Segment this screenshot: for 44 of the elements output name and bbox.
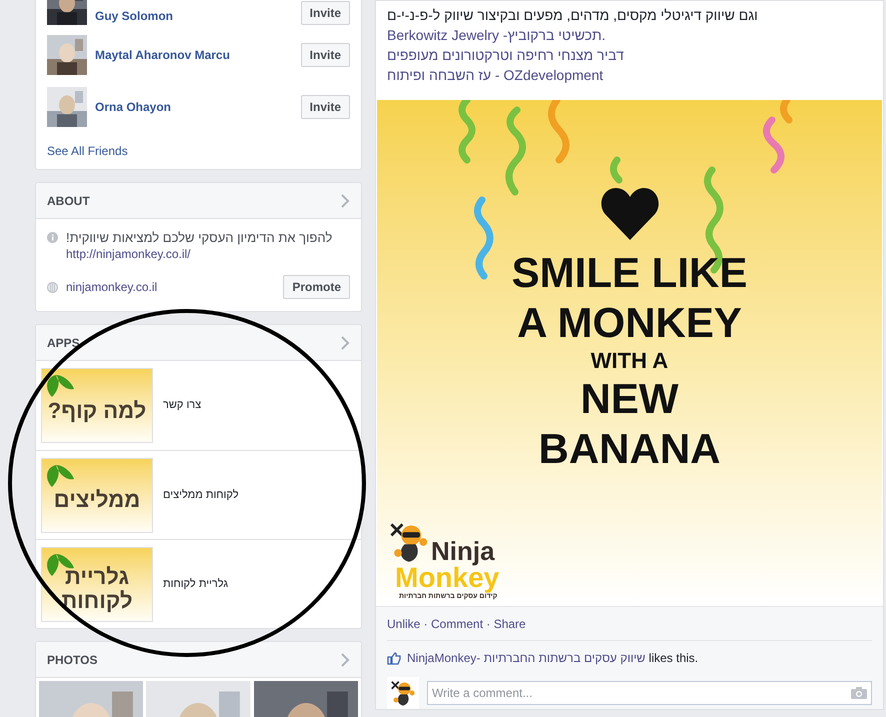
post-text-line[interactable]: דביר מצנחי רחיפה וטרקטורונים מעופפים: [387, 45, 624, 65]
section-title: APPS: [47, 334, 80, 352]
section-title: PHOTOS: [47, 652, 98, 668]
app-thumbnail[interactable]: ממליצים: [41, 458, 153, 532]
promote-button[interactable]: Promote: [283, 275, 350, 299]
website-url-link[interactable]: http://ninjamonkey.co.il/: [66, 246, 332, 263]
post-action-links[interactable]: Unlike · Comment · Share: [387, 614, 526, 632]
app-name[interactable]: לקוחות ממליצים: [163, 486, 239, 504]
post-text-line[interactable]: Berkowitz Jewelry -תכשיטי ברקוביץ.: [387, 25, 606, 45]
post-text-line: וגם שיווק דיגיטלי מקסים, מדהים, מפעים ובקיצור שיווק ל-פ-נ-י-ם: [387, 6, 758, 25]
chevron-icon[interactable]: [341, 336, 350, 350]
invite-button[interactable]: Invite: [300, 43, 350, 67]
image-caption: BANANA: [538, 424, 720, 474]
globe-icon: [47, 282, 58, 292]
thumbnail-text: למה קוף?: [48, 398, 146, 422]
thumbnail-text: גלריית: [65, 565, 129, 589]
invite-button[interactable]: Invite: [300, 1, 350, 25]
image-caption: NEW: [580, 374, 678, 424]
image-caption: SMILE LIKE: [512, 248, 748, 298]
friend-name[interactable]: Orna Ohayon: [95, 98, 293, 116]
about-description: להפוך את הדימיון העסקי שלכם למציאות שיווקית!: [66, 229, 332, 246]
logo-text: Ninja: [431, 538, 495, 564]
chevron-icon[interactable]: [341, 652, 350, 666]
image-caption: A MONKEY: [517, 298, 742, 348]
camera-icon[interactable]: [851, 687, 867, 699]
chevron-icon[interactable]: [341, 194, 350, 208]
thumbs-up-icon: [387, 652, 401, 664]
thumbnail-text: לקוחות: [61, 589, 133, 613]
comment-field[interactable]: Write a comment...: [427, 681, 872, 705]
friend-name[interactable]: Maytal Aharonov Marcu: [95, 46, 293, 64]
app-name[interactable]: צרו קשר: [163, 397, 202, 414]
friend-name[interactable]: Guy Solomon: [95, 7, 293, 25]
app-thumbnail[interactable]: גלריית לקוחות: [41, 546, 153, 622]
app-name[interactable]: גלריית לקוחות: [163, 576, 228, 592]
see-all-friends-link[interactable]: See All Friends: [47, 142, 128, 160]
section-title: ABOUT: [47, 192, 90, 210]
website-link[interactable]: ninjamonkey.co.il: [66, 278, 276, 296]
invite-button[interactable]: Invite: [300, 95, 350, 119]
thumbnail-text: ממליצים: [54, 488, 140, 512]
app-thumbnail[interactable]: למה קוף?: [41, 368, 153, 443]
image-caption: WITH A: [590, 348, 668, 374]
heart-icon: [600, 188, 658, 240]
info-icon: [47, 232, 58, 243]
post-text-line[interactable]: עז השבחה ופיתוח - OZdevelopment: [387, 65, 604, 85]
